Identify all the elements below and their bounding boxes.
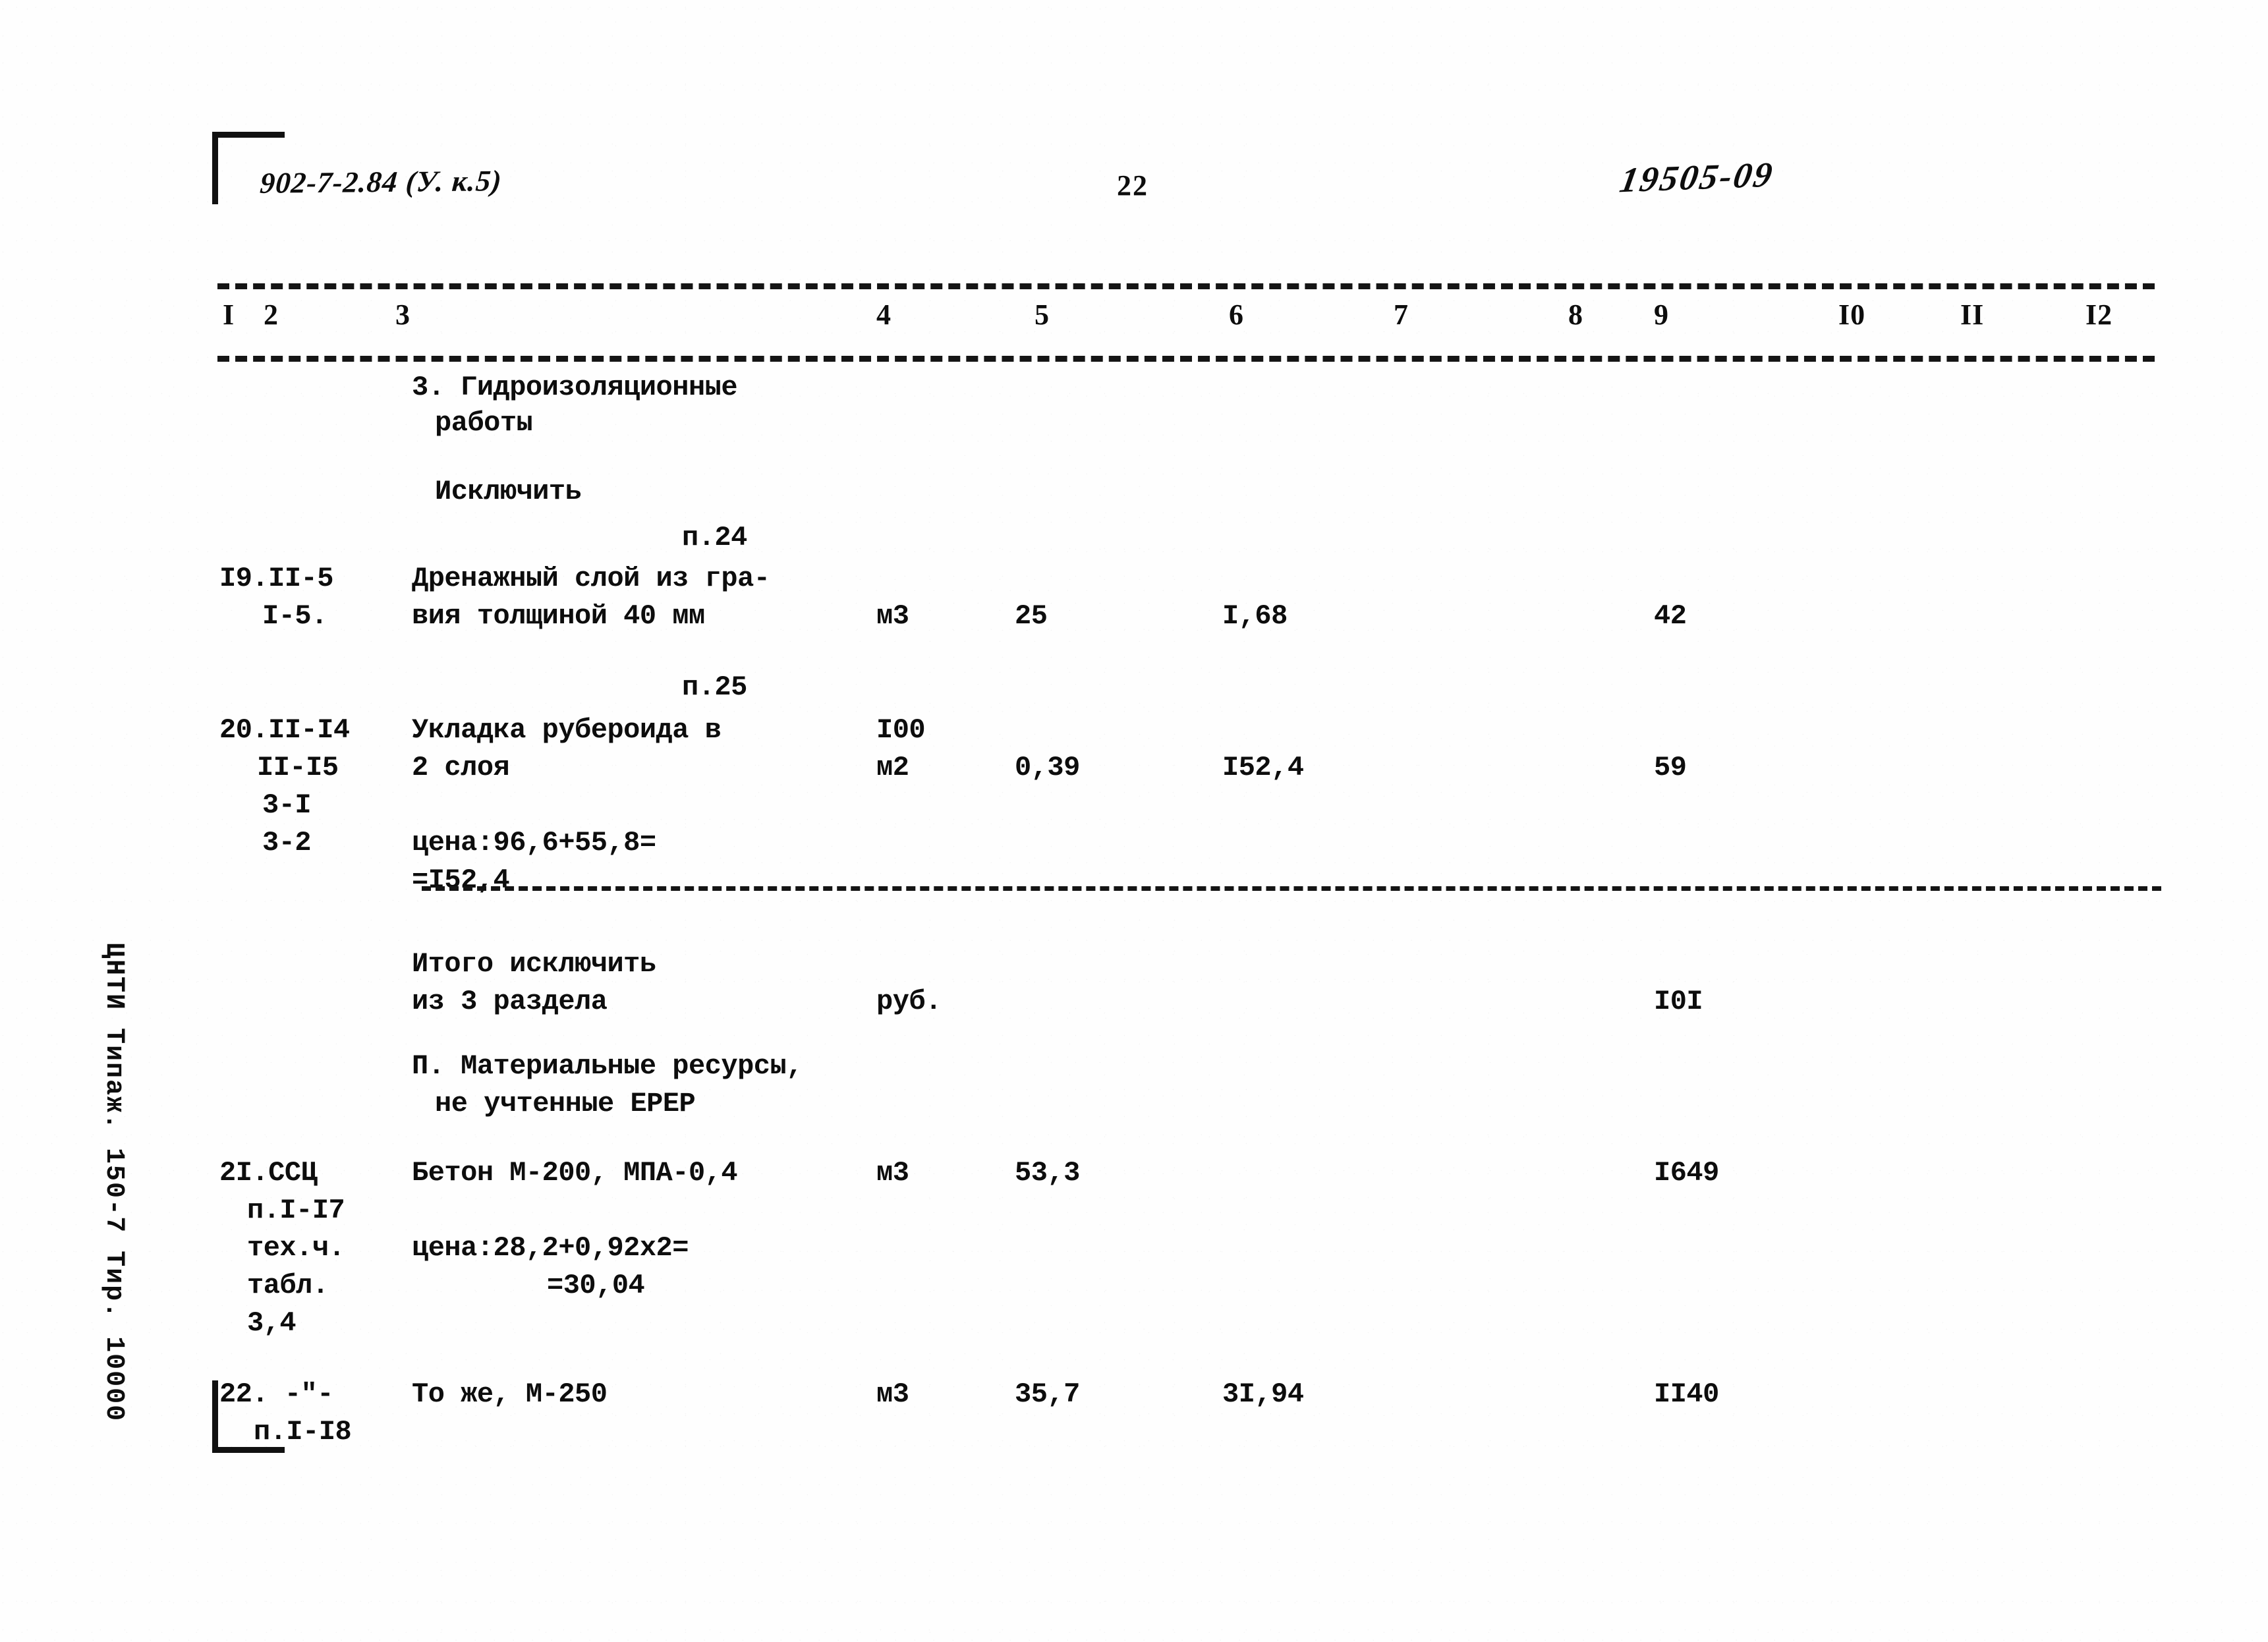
row-col5-value: 35,7 bbox=[1015, 1378, 1080, 1410]
row-code-line2: п.I-I8 bbox=[254, 1416, 352, 1448]
column-number-11: II bbox=[1960, 298, 1985, 331]
row-code-line4: табл. bbox=[247, 1270, 329, 1301]
printer-imprint: ЦНТИ Типаж. 150-7 Тир. 10000 bbox=[99, 942, 128, 1423]
column-number-row: I 2 3 4 5 6 7 8 9 I0 II I2 bbox=[0, 298, 2268, 351]
table-rule-subtotal bbox=[422, 886, 2161, 891]
section2-heading-line1: П. Материальные ресурсы, bbox=[412, 1050, 803, 1082]
row-col9-value: 42 bbox=[1654, 600, 1687, 632]
row-unit: м3 bbox=[876, 1157, 909, 1189]
page-header: 902-7-2.84 (У. к.5) 22 19505-09 bbox=[0, 155, 2268, 224]
item-note-25: п.25 bbox=[682, 671, 747, 703]
item-note-24: п.24 bbox=[682, 522, 747, 553]
column-number-4: 4 bbox=[876, 298, 892, 331]
exclude-label: Исключить bbox=[435, 476, 582, 507]
column-number-7: 7 bbox=[1394, 298, 1409, 331]
page-number: 22 bbox=[1117, 169, 1148, 202]
row-price-formula-line1: цена:28,2+0,92х2= bbox=[412, 1232, 689, 1264]
section-heading-line1: 3. Гидроизоляционные bbox=[412, 372, 738, 403]
column-number-9: 9 bbox=[1654, 298, 1669, 331]
row-price-formula-line1: цена:96,6+55,8= bbox=[412, 827, 656, 859]
column-number-2: 2 bbox=[264, 298, 279, 331]
row-code-line1: 22. -"- bbox=[219, 1378, 333, 1410]
archive-number: 19505-09 bbox=[1616, 154, 1778, 200]
table-rule-bottom bbox=[217, 356, 2155, 362]
row-code-line3: 3-I bbox=[262, 789, 312, 821]
row-unit-line1: I00 bbox=[876, 714, 926, 746]
row-price-formula-line2: =I52,4 bbox=[412, 864, 510, 896]
row-col5-value: 0,39 bbox=[1015, 752, 1080, 783]
row-code-line1: 2I.ССЦ bbox=[219, 1157, 318, 1189]
row-unit-line2: м2 bbox=[876, 752, 909, 783]
row-col5-value: 53,3 bbox=[1015, 1157, 1080, 1189]
column-number-12: I2 bbox=[2085, 298, 2113, 331]
row-col9-value: I649 bbox=[1654, 1157, 1719, 1189]
row-col5-value: 25 bbox=[1015, 600, 1048, 632]
document-code: 902-7-2.84 (У. к.5) bbox=[258, 164, 503, 200]
table-rule-top bbox=[217, 283, 2155, 289]
row-col6-value: I,68 bbox=[1222, 600, 1288, 632]
row-price-formula-line2: =30,04 bbox=[547, 1270, 645, 1301]
row-unit: м3 bbox=[876, 1378, 909, 1410]
row-code-line5: 3,4 bbox=[247, 1307, 297, 1339]
document-page: 902-7-2.84 (У. к.5) 22 19505-09 I 2 3 4 … bbox=[0, 0, 2268, 1642]
subtotal-label-line1: Итого исключить bbox=[412, 948, 656, 980]
row-col9-value: 59 bbox=[1654, 752, 1687, 783]
row-col6-value: I52,4 bbox=[1222, 752, 1304, 783]
column-number-5: 5 bbox=[1035, 298, 1050, 331]
row-code-line1: 20.II-I4 bbox=[219, 714, 350, 746]
row-code-line2: п.I-I7 bbox=[247, 1195, 345, 1226]
section-heading-line2: работы bbox=[435, 407, 533, 439]
row-col9-value: II40 bbox=[1654, 1378, 1719, 1410]
subtotal-unit: руб. bbox=[876, 986, 942, 1017]
subtotal-col9-value: I0I bbox=[1654, 986, 1703, 1017]
row-unit: м3 bbox=[876, 600, 909, 632]
row-col6-value: 3I,94 bbox=[1222, 1378, 1304, 1410]
column-number-8: 8 bbox=[1568, 298, 1583, 331]
column-number-1: I bbox=[223, 298, 235, 331]
row-description-line1: Дренажный слой из гра- bbox=[412, 563, 770, 594]
section2-heading-line2: не учтенные ЕРЕР bbox=[435, 1088, 696, 1119]
column-number-6: 6 bbox=[1229, 298, 1244, 331]
row-code-line1: I9.II-5 bbox=[219, 563, 333, 594]
column-number-3: 3 bbox=[395, 298, 411, 331]
column-number-10: I0 bbox=[1838, 298, 1866, 331]
